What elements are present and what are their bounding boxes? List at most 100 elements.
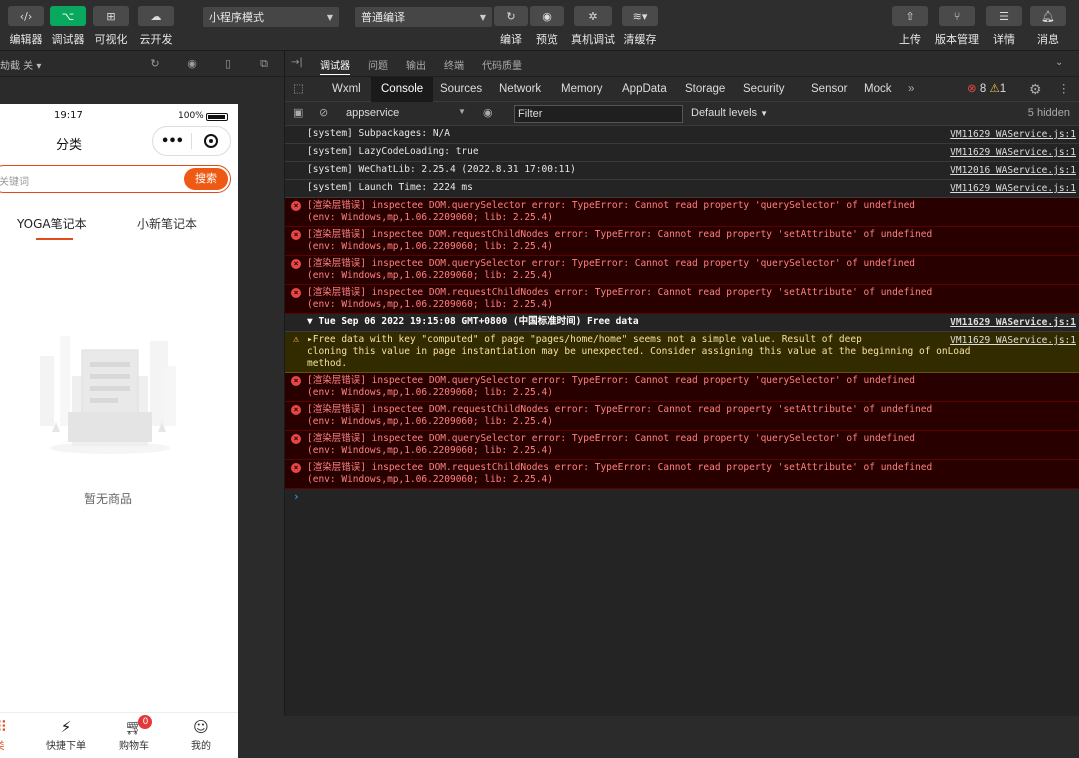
- console-prompt[interactable]: ›: [285, 489, 1079, 505]
- console-message: [system] Launch Time: 2224 ms: [307, 182, 473, 193]
- clear-cache-button[interactable]: ≋▾ 清缓存: [622, 6, 658, 47]
- console-row-group[interactable]: ▼ Tue Sep 06 2022 19:15:08 GMT+0800 (中国标…: [285, 314, 1079, 332]
- more-icon[interactable]: •••: [153, 134, 191, 149]
- remote-debug-button[interactable]: ✲ 真机调试: [571, 6, 615, 47]
- tab-security[interactable]: Security: [743, 77, 785, 102]
- console-row-log[interactable]: [system] Subpackages: N/A VM11629 WAServi…: [285, 126, 1079, 144]
- tab-code-quality[interactable]: 代码质量: [482, 57, 522, 72]
- version-button[interactable]: ⑂ 版本管理: [935, 6, 979, 47]
- search-button[interactable]: 搜索: [184, 168, 228, 190]
- gear-icon[interactable]: ⚙: [1029, 77, 1042, 102]
- sidebar-toggle-icon[interactable]: ▣: [293, 106, 303, 119]
- filter-input[interactable]: Filter: [514, 105, 683, 123]
- console-message: [渲染层错误] inspectee DOM.querySelector erro…: [307, 200, 916, 211]
- console-message: [渲染层错误] inspectee DOM.querySelector erro…: [307, 433, 916, 444]
- empty-box-icon: [40, 336, 176, 454]
- stop-icon[interactable]: ◉: [185, 57, 199, 71]
- console-toolbar: ▣ ⊘ appservice ▼ ◉ Filter Default levels …: [285, 102, 1079, 126]
- tabbar-mine[interactable]: ☺ 我的: [191, 717, 211, 752]
- upload-button[interactable]: ⇧ 上传: [892, 6, 928, 47]
- tabbar-quick-order[interactable]: ⚡︎ 快捷下单: [46, 717, 86, 752]
- console-message-detail: (env: Windows,mp,1.06.2209060; lib: 2.25…: [307, 299, 553, 310]
- preview-button[interactable]: ◉ 预览: [530, 6, 564, 47]
- chevron-down-icon[interactable]: ⌄: [1055, 57, 1063, 68]
- tab-xiaoxin[interactable]: 小新笔记本: [137, 215, 197, 232]
- tabbar-cart[interactable]: 🛒︎ 0 购物车: [119, 715, 153, 752]
- console-message-detail: (env: Windows,mp,1.06.2209060; lib: 2.25…: [307, 416, 553, 427]
- console-row-log[interactable]: [system] LazyCodeLoading: true VM11629 WA…: [285, 144, 1079, 162]
- console-message-detail: (env: Windows,mp,1.06.2209060; lib: 2.25…: [307, 474, 553, 485]
- console-row-err[interactable]: × [渲染层错误] inspectee DOM.requestChildNodes…: [285, 285, 1079, 314]
- tab-mock[interactable]: Mock: [864, 77, 891, 102]
- chevron-down-icon: ▼: [458, 107, 466, 116]
- tab-yoga[interactable]: YOGA笔记本: [17, 215, 87, 232]
- console-message: [渲染层错误] inspectee DOM.requestChildNodes …: [307, 229, 933, 240]
- console-message: [system] LazyCodeLoading: true: [307, 146, 479, 157]
- tabbar-category[interactable]: ⠿ 分类: [0, 717, 7, 752]
- console-row-err[interactable]: × [渲染层错误] inspectee DOM.querySelector err…: [285, 198, 1079, 227]
- log-levels-select[interactable]: Default levels ▼: [691, 107, 768, 119]
- source-link[interactable]: VM11629 WAService.js:1: [950, 147, 1076, 159]
- tab-console[interactable]: Console: [371, 77, 434, 102]
- source-link[interactable]: VM11629 WAService.js:1: [950, 129, 1076, 141]
- tab-sources[interactable]: Sources: [440, 77, 482, 102]
- source-link[interactable]: VM11629 WAService.js:1: [950, 317, 1076, 329]
- clear-console-icon[interactable]: ⊘: [319, 106, 328, 119]
- tab-memory[interactable]: Memory: [561, 77, 603, 102]
- console-row-warn[interactable]: ⚠ ▸Free data with key "computed" of page …: [285, 332, 1079, 373]
- messages-button[interactable]: 🔔︎ 消息: [1030, 6, 1066, 47]
- phone-screen: 19:17 100% 分类 ••• 关键词 搜索 YOGA笔记本 小新笔记本 暂…: [0, 104, 238, 758]
- error-icon: ×: [291, 376, 301, 386]
- debugger-button[interactable]: ⌥ 调试器: [50, 6, 86, 47]
- bottom-tabbar: ⠿ 分类 ⚡︎ 快捷下单 🛒︎0 购物车 ☺ 我的: [0, 712, 238, 758]
- tab-sensor[interactable]: Sensor: [811, 77, 847, 102]
- more-tabs-icon[interactable]: »: [908, 77, 914, 102]
- editor-button[interactable]: ‹/› 编辑器: [8, 6, 44, 47]
- cloud-icon: ☁: [138, 6, 174, 26]
- console-row-err[interactable]: × [渲染层错误] inspectee DOM.requestChildNodes…: [285, 402, 1079, 431]
- kebab-menu-icon[interactable]: ⋮: [1058, 77, 1070, 102]
- eye-icon[interactable]: ◉: [483, 106, 493, 119]
- cart-badge: 0: [138, 715, 153, 729]
- compile-select[interactable]: 普通编译 ▼: [355, 7, 492, 27]
- popout-icon[interactable]: ⧉: [257, 57, 271, 71]
- tab-output[interactable]: 输出: [406, 57, 426, 72]
- console-row-log[interactable]: [system] Launch Time: 2224 ms VM11629 WAS…: [285, 180, 1079, 198]
- phone-icon[interactable]: ▯: [221, 57, 235, 71]
- console-row-err[interactable]: × [渲染层错误] inspectee DOM.querySelector err…: [285, 373, 1079, 402]
- error-icon: ×: [291, 434, 301, 444]
- console-row-log[interactable]: [system] WeChatLib: 2.25.4 (2022.8.31 17…: [285, 162, 1079, 180]
- dock-icon[interactable]: →|: [291, 57, 303, 68]
- compile-button[interactable]: ↻ 编译: [494, 6, 528, 47]
- details-button[interactable]: ☰ 详情: [986, 6, 1022, 47]
- tab-issues[interactable]: 问题: [368, 57, 388, 72]
- source-link[interactable]: VM11629 WAService.js:1: [950, 183, 1076, 195]
- tab-wxml[interactable]: Wxml: [332, 77, 361, 102]
- tab-network[interactable]: Network: [499, 77, 541, 102]
- console-row-err[interactable]: × [渲染层错误] inspectee DOM.querySelector err…: [285, 431, 1079, 460]
- close-miniprogram-button[interactable]: [192, 134, 230, 148]
- tab-debugger[interactable]: 调试器: [320, 57, 350, 75]
- inspect-icon[interactable]: ⬚: [293, 77, 304, 102]
- console-message: [渲染层错误] inspectee DOM.querySelector erro…: [307, 258, 916, 269]
- source-link[interactable]: VM12016 WAService.js:1: [950, 165, 1076, 177]
- context-select[interactable]: appservice ▼: [346, 107, 466, 119]
- tab-terminal[interactable]: 终端: [444, 57, 464, 72]
- visual-button[interactable]: ⊞ 可视化: [93, 6, 129, 47]
- intercept-toggle[interactable]: 劫截 关 ▾: [0, 57, 41, 72]
- source-link[interactable]: VM11629 WAService.js:1: [950, 335, 1076, 347]
- tab-storage[interactable]: Storage: [685, 77, 725, 102]
- search-input[interactable]: 关键词 搜索: [0, 165, 231, 193]
- console-message: [system] Subpackages: N/A: [307, 128, 450, 139]
- console-row-err[interactable]: × [渲染层错误] inspectee DOM.requestChildNodes…: [285, 227, 1079, 256]
- tab-appdata[interactable]: AppData: [622, 77, 667, 102]
- cloud-button[interactable]: ☁ 云开发: [138, 6, 174, 47]
- console-row-err[interactable]: × [渲染层错误] inspectee DOM.requestChildNodes…: [285, 460, 1079, 489]
- refresh-icon[interactable]: ↻: [148, 57, 162, 71]
- mode-select[interactable]: 小程序模式 ▼: [203, 7, 339, 27]
- error-counter[interactable]: ⊗ 8 ⚠1: [967, 77, 1006, 102]
- cart-icon: 🛒︎ 0: [124, 715, 153, 737]
- bug-icon: ✲: [574, 6, 612, 26]
- target-icon: [203, 134, 218, 148]
- console-row-err[interactable]: × [渲染层错误] inspectee DOM.querySelector err…: [285, 256, 1079, 285]
